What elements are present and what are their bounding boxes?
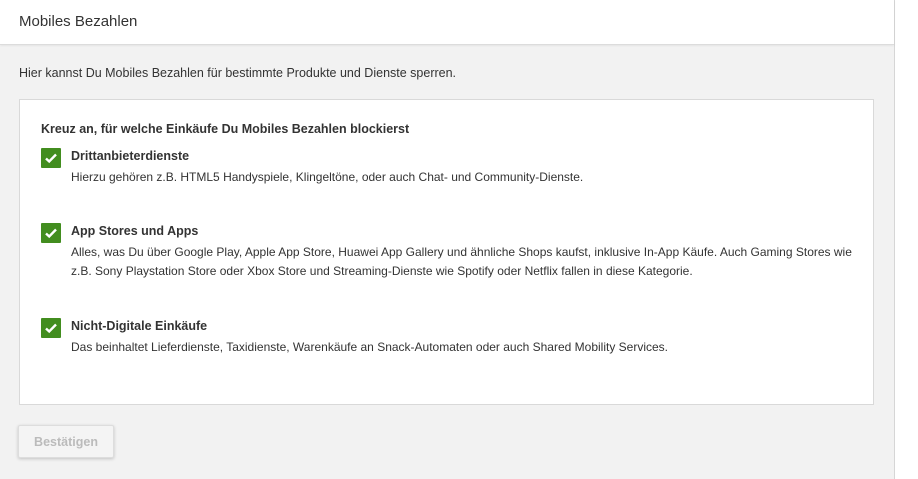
page: Mobiles Bezahlen Hier kannst Du Mobiles … (0, 0, 895, 479)
card-title: Kreuz an, für welche Einkäufe Du Mobiles… (41, 122, 410, 136)
options-card: Kreuz an, für welche Einkäufe Du Mobiles… (19, 99, 874, 405)
option-label: Nicht-Digitale Einkäufe (71, 319, 208, 333)
intro-text: Hier kannst Du Mobiles Bezahlen für best… (19, 66, 457, 80)
checkbox-drittanbieterdienste[interactable] (41, 148, 61, 168)
option-description: Hierzu gehören z.B. HTML5 Handyspiele, K… (71, 170, 584, 184)
checkbox-nicht-digitale[interactable] (41, 318, 61, 338)
header: Mobiles Bezahlen (0, 0, 894, 45)
option-description: Alles, was Du über Google Play, Apple Ap… (71, 245, 852, 278)
checkbox-app-stores[interactable] (41, 223, 61, 243)
check-icon (45, 153, 57, 164)
confirm-button[interactable]: Bestätigen (18, 425, 114, 458)
option-label: App Stores und Apps (71, 224, 199, 238)
check-icon (45, 228, 57, 239)
option-description: Das beinhaltet Lieferdienste, Taxidienst… (71, 340, 668, 354)
page-title: Mobiles Bezahlen (19, 13, 138, 30)
check-icon (45, 323, 57, 334)
option-label: Drittanbieterdienste (71, 149, 190, 163)
